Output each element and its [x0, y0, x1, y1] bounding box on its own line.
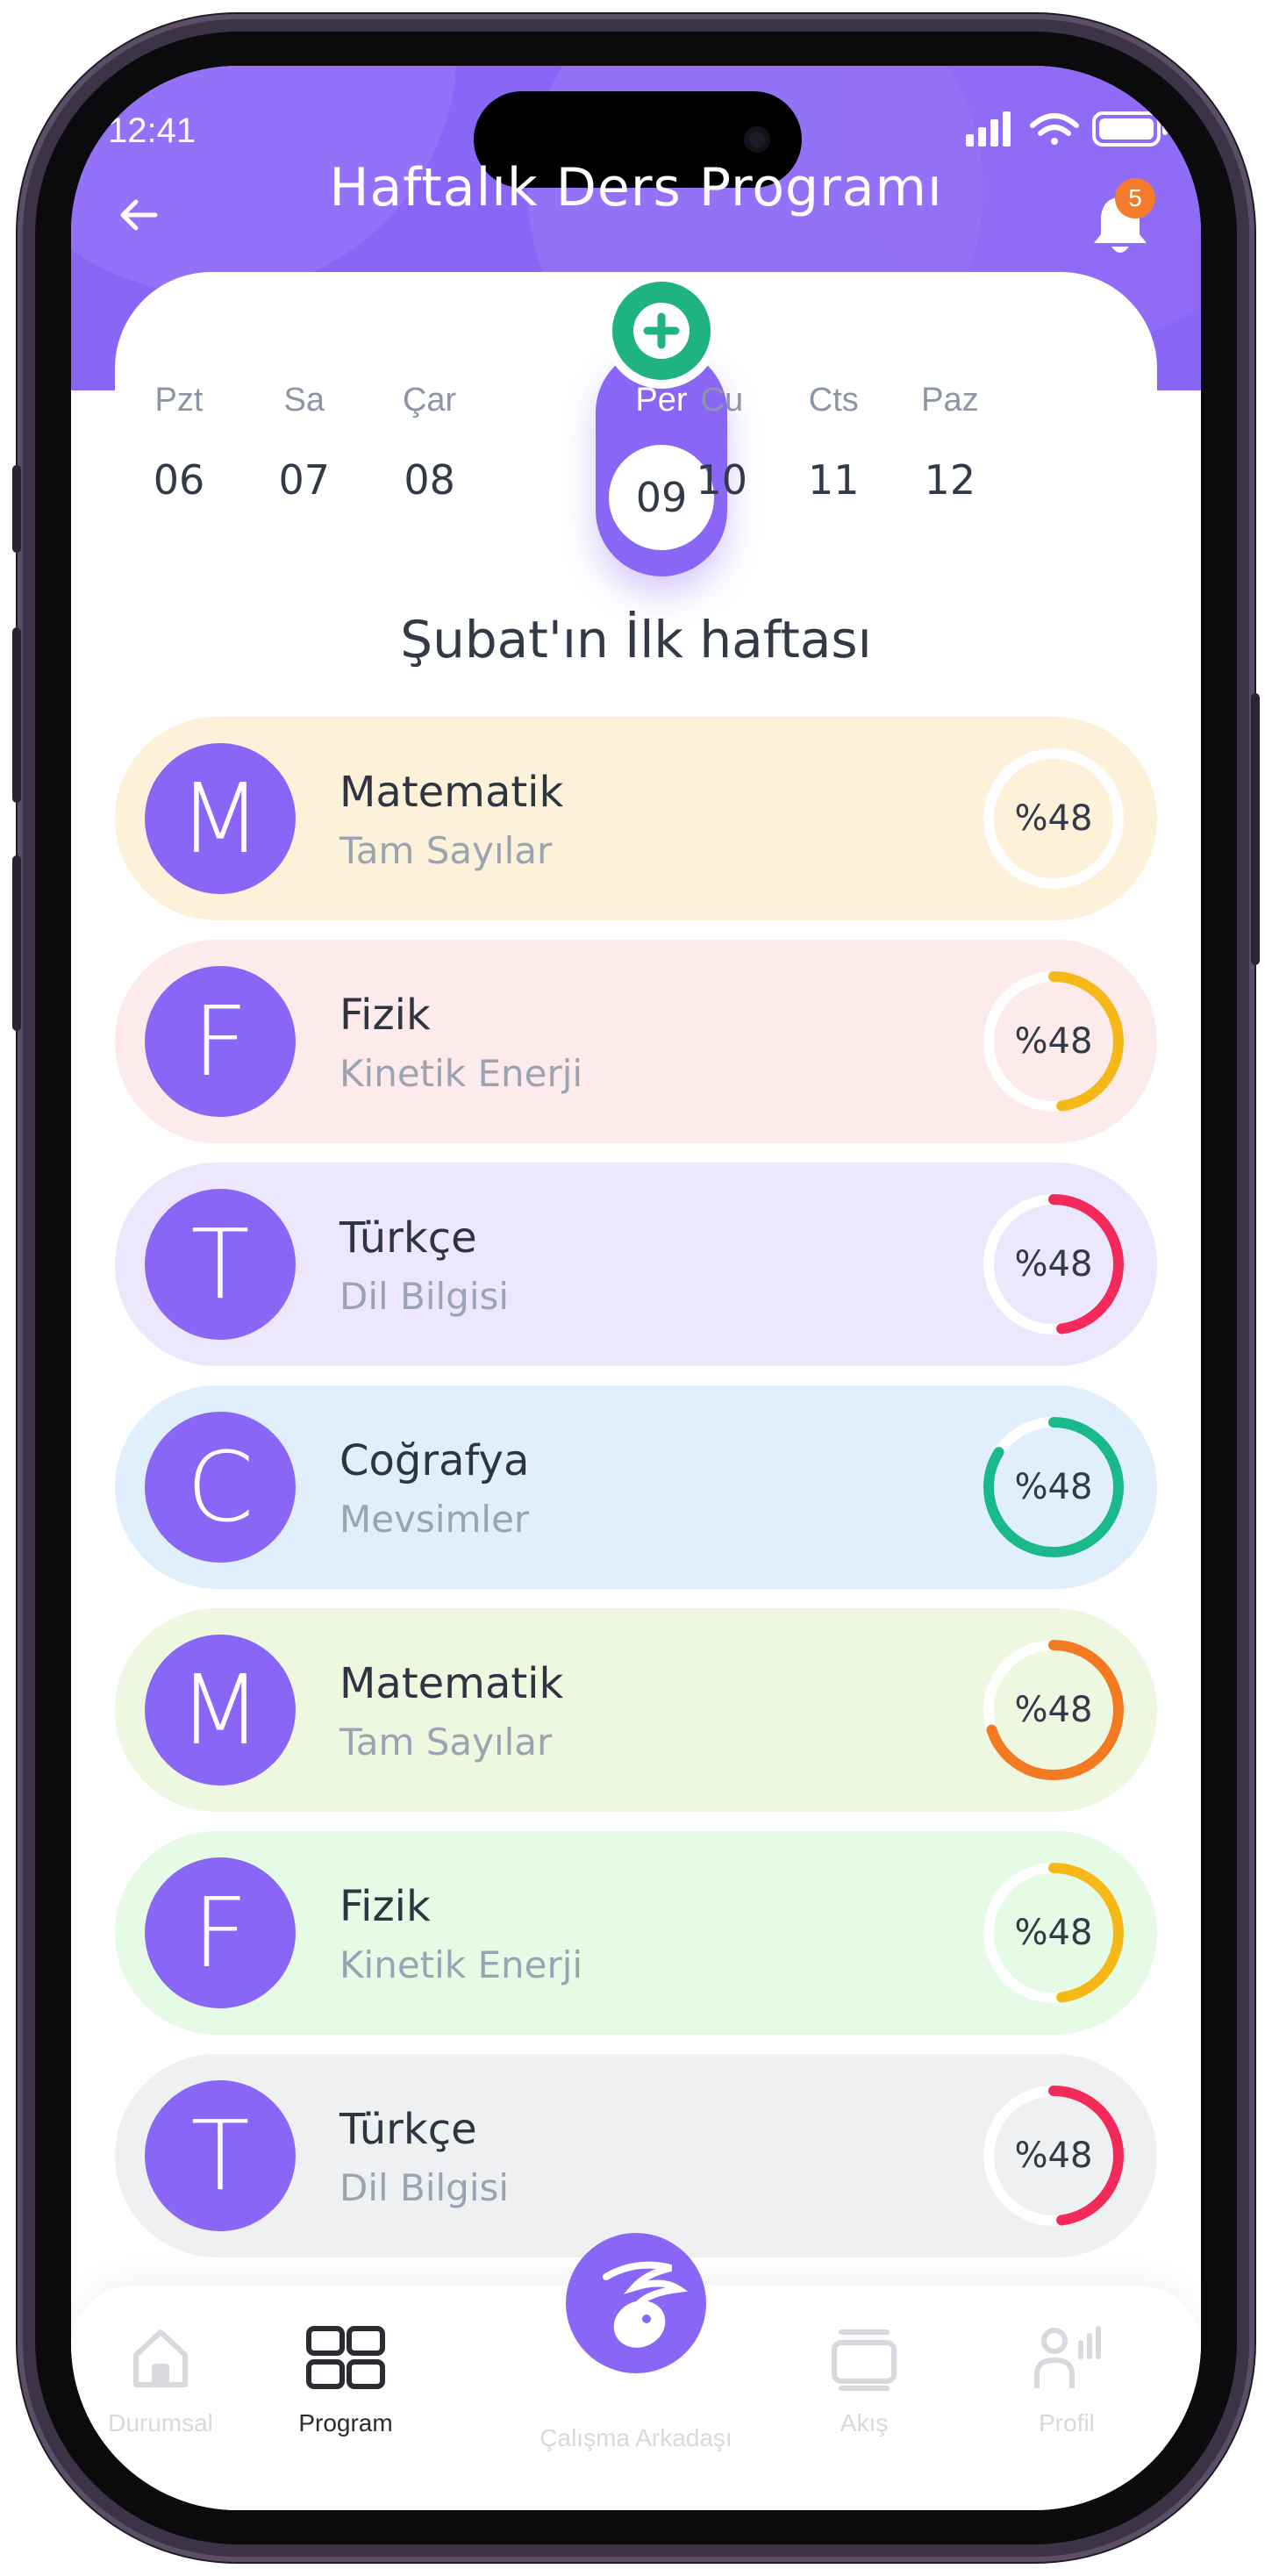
progress-label: %48: [1014, 798, 1093, 839]
lesson-row[interactable]: M Matematik Tam Sayılar %48: [115, 717, 1157, 920]
lesson-title: Türkçe: [339, 2105, 477, 2154]
lesson-title: Türkçe: [339, 1213, 477, 1263]
lesson-subtitle: Dil Bilgisi: [339, 1275, 510, 1318]
lesson-row[interactable]: C Coğrafya Mevsimler %48: [115, 1385, 1157, 1589]
phone-volume-down-button: [12, 855, 21, 1031]
week-title: Şubat'ın İlk haftası: [400, 610, 872, 669]
lesson-avatar: T: [145, 1189, 296, 1340]
day-number: 08: [404, 456, 455, 504]
battery-icon: [1092, 111, 1168, 147]
lesson-title: Matematik: [339, 1659, 564, 1708]
tab-akis[interactable]: Akış: [776, 2325, 952, 2437]
day-item[interactable]: Cts 11: [785, 382, 882, 504]
tab-label: Profil: [1039, 2409, 1095, 2436]
home-icon: [133, 2329, 188, 2387]
lesson-title: Fizik: [339, 1882, 431, 1931]
cards-icon: [832, 2329, 897, 2391]
day-name: Paz: [921, 382, 979, 419]
lesson-subtitle: Tam Sayılar: [339, 829, 553, 872]
tab-profil[interactable]: Profil: [979, 2325, 1154, 2437]
grid-icon: [306, 2326, 385, 2389]
phone-power-button: [1251, 693, 1260, 965]
day-name: Cu: [700, 382, 744, 419]
day-number: 06: [153, 456, 205, 504]
rabbit-icon: [603, 2261, 689, 2348]
lesson-subtitle: Dil Bilgisi: [339, 2166, 510, 2209]
progress-label: %48: [1014, 2136, 1093, 2176]
day-number: 07: [278, 456, 331, 504]
status-icons: [966, 111, 1168, 147]
tab-label: Akış: [840, 2409, 889, 2436]
lesson-title: Coğrafya: [339, 1436, 530, 1485]
back-arrow-icon[interactable]: [113, 189, 166, 241]
progress-label: %48: [1014, 1467, 1093, 1507]
progress-label: %48: [1014, 1244, 1093, 1284]
lesson-row[interactable]: T Türkçe Dil Bilgisi %48: [115, 2054, 1157, 2258]
lesson-row[interactable]: T Türkçe Dil Bilgisi %48: [115, 1163, 1157, 1366]
lesson-avatar: F: [145, 1857, 296, 2008]
phone-volume-up-button: [12, 627, 21, 803]
add-lesson-button[interactable]: [612, 282, 711, 380]
day-number: 10: [696, 456, 748, 504]
camera-icon: [744, 126, 770, 153]
day-item[interactable]: Cu 10: [674, 382, 770, 504]
lesson-avatar: F: [145, 966, 296, 1117]
profile-icon: [1034, 2326, 1101, 2388]
lesson-avatar: T: [145, 2080, 296, 2231]
lesson-avatar: M: [145, 743, 296, 894]
progress-label: %48: [1014, 1913, 1093, 1953]
lesson-title: Fizik: [339, 991, 431, 1040]
lesson-avatar: M: [145, 1635, 296, 1785]
day-item[interactable]: Çar 08: [382, 382, 478, 504]
lesson-row[interactable]: F Fizik Kinetik Enerji %48: [115, 1831, 1157, 2035]
day-number: 11: [808, 456, 860, 504]
day-number: 12: [924, 456, 976, 504]
day-item[interactable]: Pzt 06: [131, 382, 227, 504]
day-name: Pzt: [154, 382, 204, 419]
progress-label: %48: [1014, 1021, 1093, 1062]
lesson-avatar: C: [145, 1412, 296, 1563]
tab-label: Program: [298, 2409, 393, 2436]
lesson-subtitle: Tam Sayılar: [339, 1721, 553, 1764]
tab-program[interactable]: Program: [258, 2325, 433, 2437]
plus-icon: [633, 303, 690, 359]
day-name: Çar: [402, 382, 457, 419]
app-screen: 12:41 Haftalık Ders Programı 5 Pzt 06 Sa 07…: [71, 66, 1201, 2510]
wifi-icon: [1030, 113, 1079, 145]
day-name: Sa: [283, 382, 325, 419]
study-buddy-button[interactable]: [566, 2233, 706, 2373]
lesson-row[interactable]: M Matematik Tam Sayılar %48: [115, 1608, 1157, 1812]
signal-icon: [966, 111, 1011, 147]
day-item[interactable]: Sa 07: [256, 382, 353, 504]
day-name: Cts: [808, 382, 859, 419]
lesson-subtitle: Kinetik Enerji: [339, 1052, 583, 1095]
status-time: 12:41: [108, 111, 197, 150]
tab-durumsal[interactable]: Durumsal: [73, 2325, 248, 2437]
notification-badge: 5: [1115, 178, 1155, 218]
phone-silent-button: [12, 465, 21, 553]
day-item[interactable]: Paz 12: [902, 382, 998, 504]
progress-label: %48: [1014, 1690, 1093, 1730]
lesson-title: Matematik: [339, 768, 564, 817]
page-title: Haftalık Ders Programı: [329, 157, 943, 218]
lesson-subtitle: Kinetik Enerji: [339, 1943, 583, 1986]
lesson-subtitle: Mevsimler: [339, 1498, 530, 1541]
lesson-row[interactable]: F Fizik Kinetik Enerji %48: [115, 940, 1157, 1143]
tab-label: Durumsal: [108, 2409, 213, 2436]
